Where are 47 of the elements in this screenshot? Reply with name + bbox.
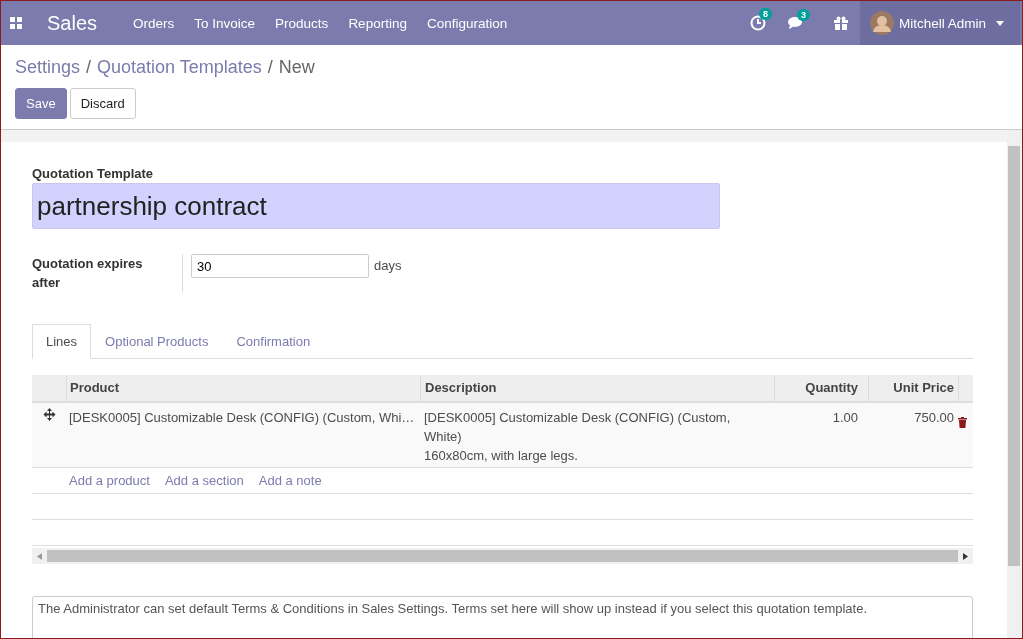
breadcrumb[interactable]: Settings — [15, 57, 81, 78]
column-header[interactable]: Unit Price — [868, 375, 958, 401]
scroll-left-icon[interactable] — [37, 552, 42, 560]
save-button[interactable]: Save — [15, 88, 67, 119]
tab[interactable]: Confirmation — [222, 324, 325, 359]
scroll-right-icon[interactable] — [963, 552, 968, 560]
app-title[interactable]: Sales — [47, 11, 98, 35]
table-cell: [DESK0005] Customizable Desk (CONFIG) (Custom, Whi… — [69, 410, 415, 425]
gift-icon[interactable] — [833, 16, 848, 30]
tab[interactable]: Optional Products — [91, 324, 223, 359]
breadcrumb-separator: / — [86, 57, 92, 78]
menu-item[interactable]: Reporting — [348, 15, 407, 31]
field-label: Quotation Template — [32, 166, 155, 181]
table-cell-text: 160x80cm, with large legs. — [424, 447, 579, 465]
trash-icon[interactable] — [958, 417, 967, 428]
table-cell: 1.00 — [832, 410, 858, 425]
menu-item[interactable]: Orders — [133, 15, 175, 31]
breadcrumb[interactable]: Quotation Templates — [97, 57, 262, 78]
breadcrumb: New — [278, 57, 315, 78]
user-menu[interactable]: Mitchell Admin — [898, 15, 986, 31]
avatar-icon[interactable] — [869, 11, 894, 35]
terms-field[interactable]: The Administrator can set default Terms & Conditions in Sales Settings. Terms set here will show up instead if you select this quotation template. — [32, 596, 973, 638]
field-label: Quotation expires after — [32, 254, 183, 292]
discard-button[interactable]: Discard — [69, 88, 136, 119]
menu-item[interactable]: Products — [275, 15, 329, 31]
column-header[interactable]: Quantity — [774, 375, 868, 401]
unit-label: days — [374, 258, 402, 273]
table-cell-text: [DESK0005] Customizable Desk (CONFIG) (Custom, White) — [424, 409, 732, 446]
add-line-link[interactable]: Add a section — [164, 473, 244, 488]
apps-menu-icon[interactable] — [10, 17, 22, 29]
add-line-link[interactable]: Add a note — [258, 473, 322, 488]
column-header[interactable]: Description — [420, 375, 774, 401]
add-line-link[interactable]: Add a product — [69, 473, 150, 488]
tab[interactable]: Lines — [32, 324, 92, 359]
menu-item[interactable]: Configuration — [426, 15, 508, 31]
drag-handle-icon[interactable] — [42, 408, 56, 421]
breadcrumb-separator: / — [267, 57, 273, 78]
template-name-field[interactable]: partnership contract — [32, 183, 720, 229]
activity-count: 8 — [758, 8, 772, 20]
column-header[interactable]: Product — [66, 375, 420, 401]
menu-item[interactable]: To Invoice — [194, 15, 256, 31]
expiry-days-field[interactable]: 30 — [191, 254, 369, 278]
table-cell: 750.00 — [914, 410, 954, 425]
message-count: 3 — [796, 8, 810, 21]
clock-icon[interactable] — [749, 15, 766, 31]
horizontal-scrollbar[interactable] — [32, 548, 973, 564]
caret-icon[interactable] — [996, 20, 1004, 26]
